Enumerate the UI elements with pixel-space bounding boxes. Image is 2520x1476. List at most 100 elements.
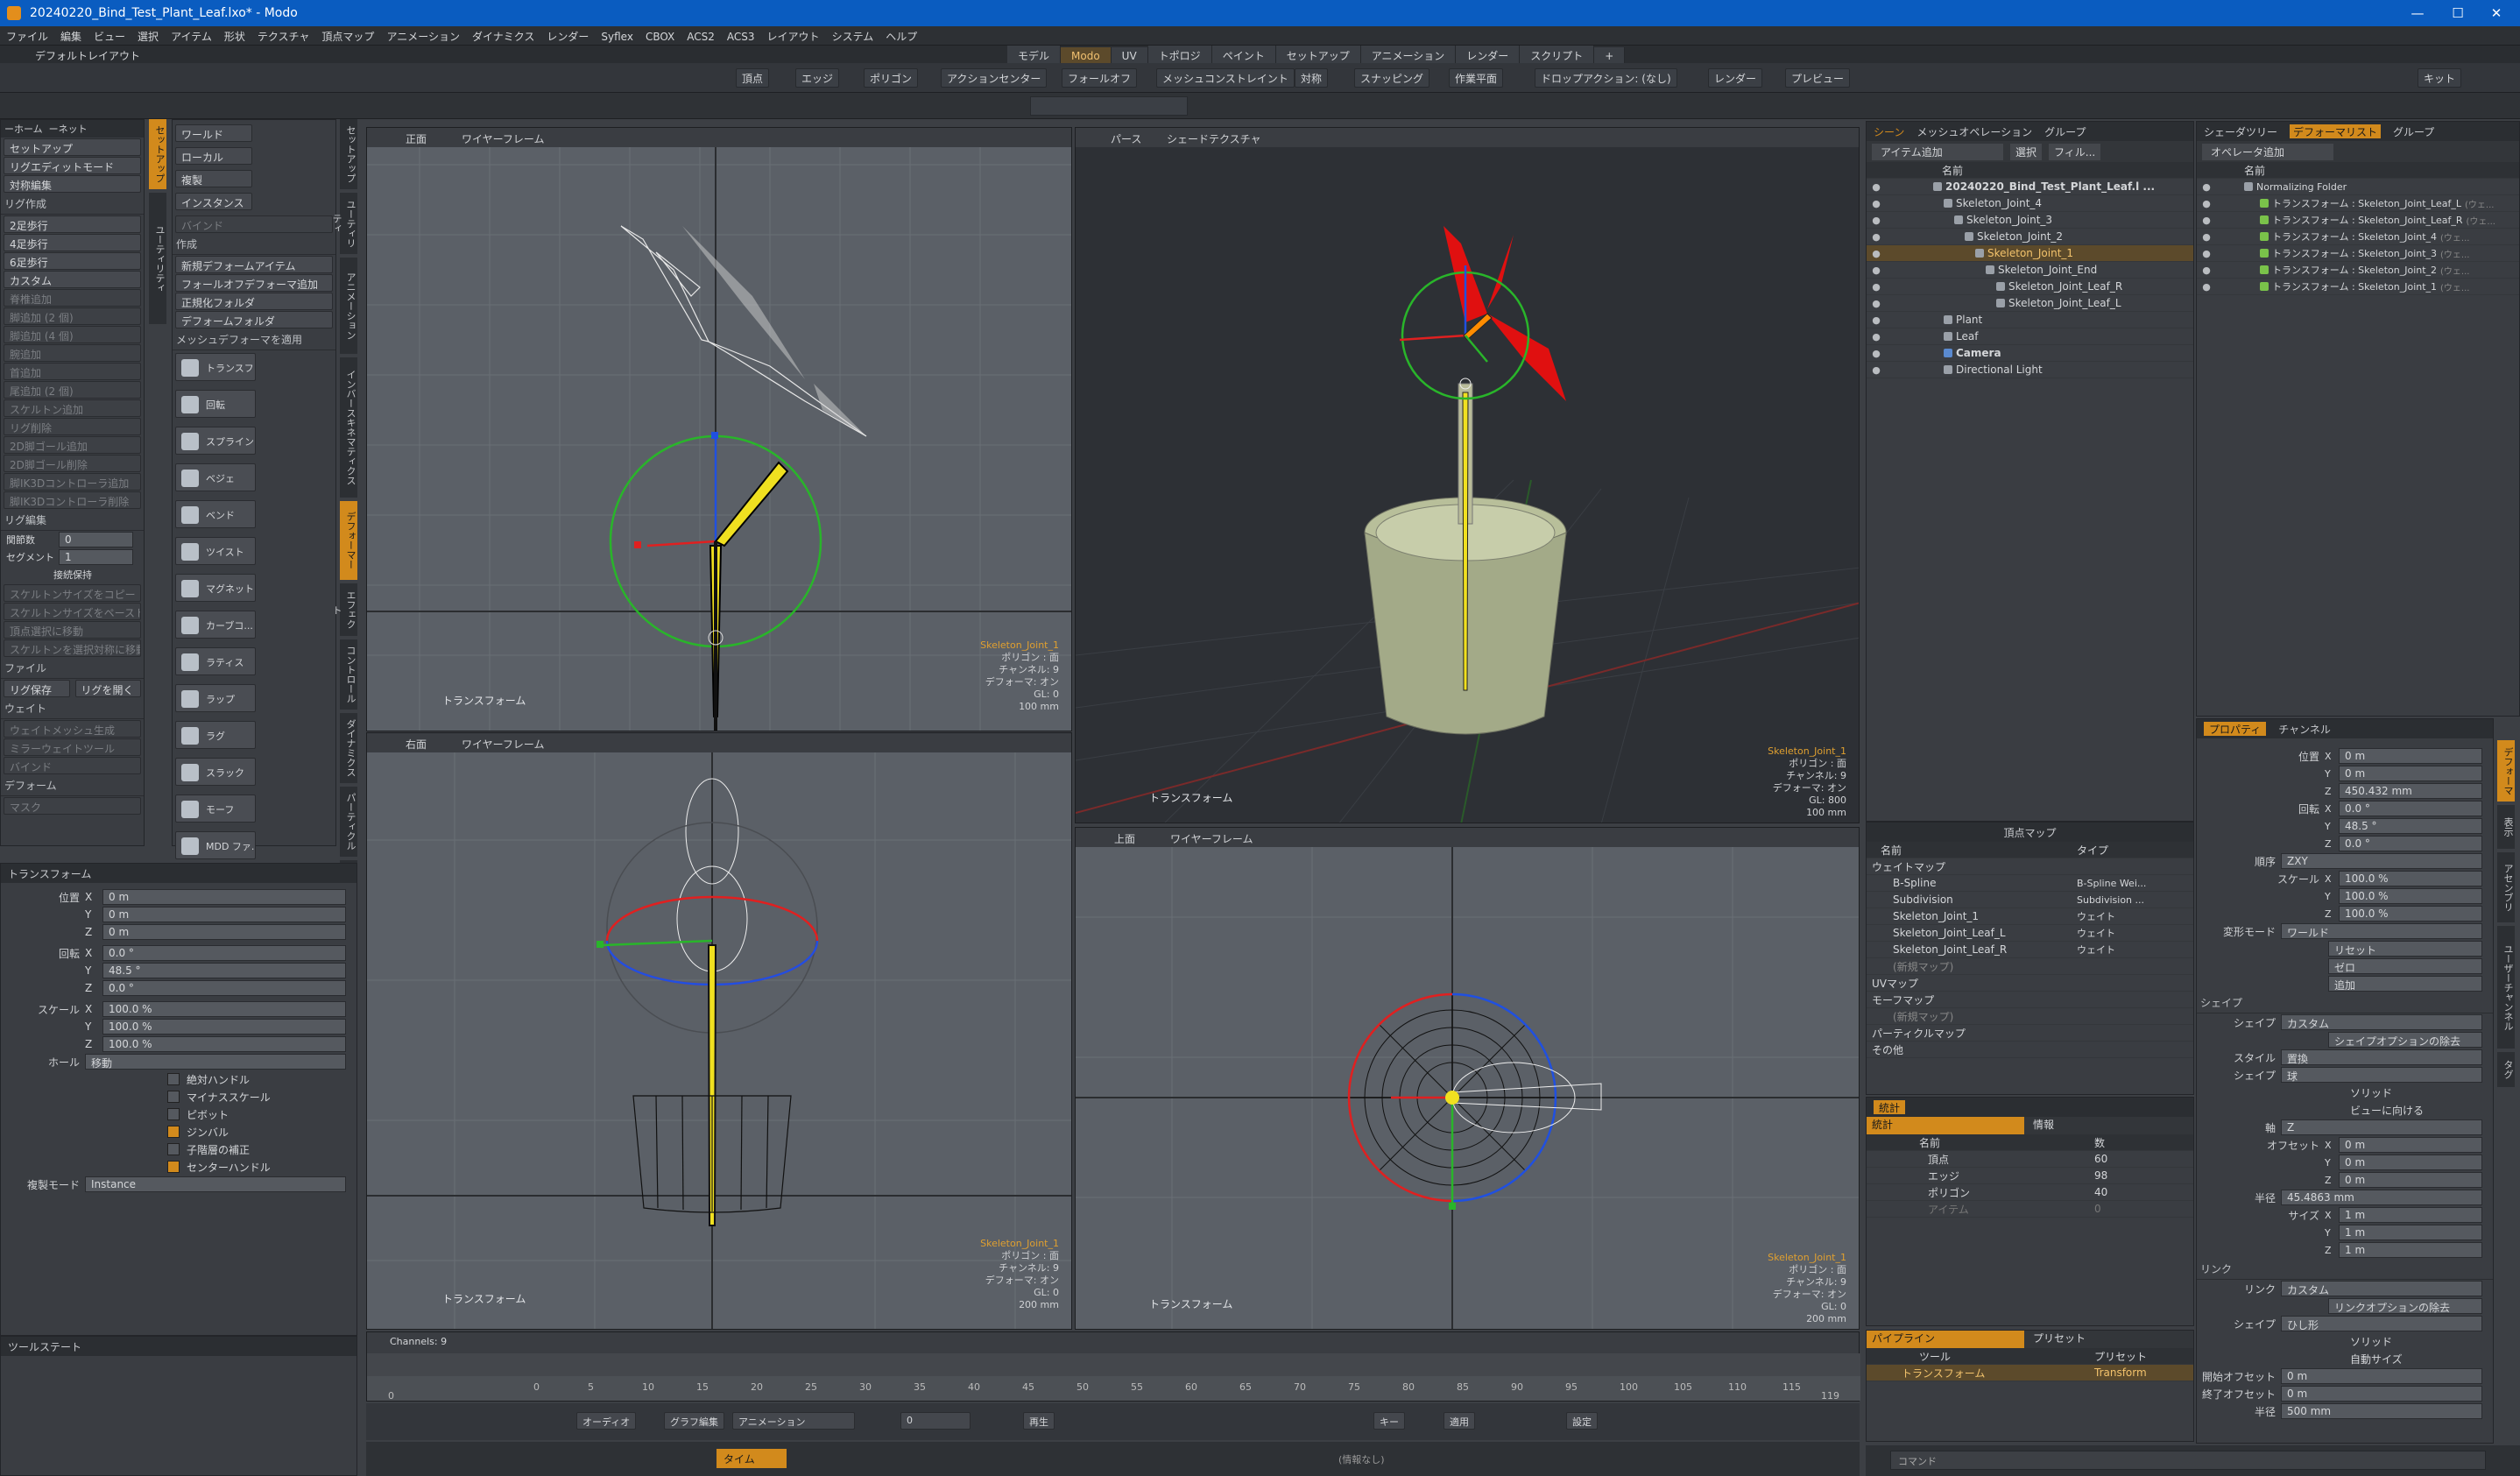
view-name[interactable]: パース bbox=[1111, 131, 1141, 146]
col2-item-1[interactable]: ローカル bbox=[175, 147, 252, 165]
visibility-eye-icon[interactable]: ● bbox=[1867, 231, 1886, 243]
stats-subtab[interactable]: 統計 bbox=[1867, 1117, 2024, 1134]
menu-14[interactable]: ACS3 bbox=[721, 28, 761, 46]
vmap-item[interactable]: Subdivision Subdivision ... bbox=[1867, 892, 2193, 908]
vmap-item[interactable]: Skeleton_Joint_Leaf_R ウェイト bbox=[1867, 942, 2193, 958]
prop-rotation-y[interactable]: 48.5 ° bbox=[2339, 818, 2482, 834]
checkbox[interactable] bbox=[167, 1108, 180, 1120]
instance-mode-dropdown[interactable]: Instance bbox=[85, 1176, 346, 1192]
shading-mode[interactable]: ワイヤーフレーム bbox=[462, 131, 545, 146]
axis-dropdown[interactable]: Z bbox=[2281, 1119, 2482, 1135]
handle-mode-dropdown[interactable]: 移動 bbox=[85, 1054, 346, 1070]
skel-item-2[interactable]: 頂点選択に移動 bbox=[4, 621, 141, 639]
start-offset-field[interactable]: 0 m bbox=[2281, 1368, 2482, 1384]
key-button[interactable]: キー bbox=[1373, 1412, 1405, 1430]
layout-preset[interactable]: デフォルトレイアウト bbox=[35, 48, 140, 63]
timeline[interactable]: Channels: 9 0 5 10 15 20 25 30 35 40 45 50 55 60 65 70… bbox=[366, 1331, 1860, 1402]
toolbar-item-8[interactable]: 作業平面 bbox=[1449, 68, 1504, 88]
deformer-tool-21[interactable]: ラグ bbox=[175, 721, 256, 749]
toolbar-item-7[interactable]: スナッピング bbox=[1354, 68, 1430, 88]
offset-y[interactable]: 0 m bbox=[2339, 1155, 2482, 1170]
setup-item-2[interactable]: 対称編集 bbox=[4, 175, 141, 193]
deformer-item[interactable]: ● トランスフォーム : Skeleton_Joint_1 (ウェ... bbox=[2197, 279, 2519, 295]
settings-button[interactable]: 設定 bbox=[1566, 1412, 1598, 1430]
rig-dim-item-5[interactable]: 尾追加 (2 個) bbox=[4, 381, 141, 399]
col2-item-7[interactable]: フォールオフデフォーマ追加 bbox=[175, 274, 333, 292]
col2-item-8[interactable]: 正規化フォルダ bbox=[175, 293, 333, 310]
stats-row[interactable]: アイテム 0 bbox=[1867, 1201, 2193, 1218]
vmap-item[interactable]: B-Spline B-Spline Wei... bbox=[1867, 875, 2193, 892]
menu-3[interactable]: 選択 bbox=[131, 26, 165, 46]
tab-groups2[interactable]: グループ bbox=[2393, 124, 2434, 138]
weight-item-0[interactable]: ウェイトメッシュ生成 bbox=[4, 720, 141, 738]
col2-item-2[interactable]: 複製 bbox=[175, 170, 252, 187]
menu-9[interactable]: ダイナミクス bbox=[466, 26, 540, 46]
scene-item[interactable]: ● 20240220_Bind_Test_Plant_Leaf.l ... bbox=[1867, 179, 2193, 195]
rig-dim-item-11[interactable]: 脚IK3Dコントローラ削除 bbox=[4, 491, 141, 509]
size-x[interactable]: 1 m bbox=[2339, 1207, 2482, 1223]
shading-mode[interactable]: ワイヤーフレーム bbox=[1170, 831, 1253, 846]
prop-rotation-z[interactable]: 0.0 ° bbox=[2339, 836, 2482, 851]
scale-x-field[interactable]: 100.0 % bbox=[102, 1001, 346, 1017]
prop-btn-2[interactable]: 追加 bbox=[2328, 976, 2482, 992]
scene-item[interactable]: ● Skeleton_Joint_Leaf_L bbox=[1867, 295, 2193, 312]
vtab-utility[interactable]: ユーティリティ bbox=[149, 193, 166, 324]
stats-row[interactable]: ポリゴン 40 bbox=[1867, 1184, 2193, 1201]
auto-size-checkbox[interactable]: 自動サイズ bbox=[2197, 1350, 2493, 1367]
deformer-tool-22[interactable]: スラック bbox=[175, 758, 256, 786]
rig-dim-item-6[interactable]: スケルトン追加 bbox=[4, 399, 141, 417]
menu-0[interactable]: ファイル bbox=[0, 26, 54, 46]
skel-item-3[interactable]: スケルトンを選択対称に移動 bbox=[4, 639, 141, 657]
visibility-eye-icon[interactable]: ● bbox=[2197, 281, 2216, 293]
setup-item-1[interactable]: リグエディットモード bbox=[4, 157, 141, 174]
view-name[interactable]: 右面 bbox=[406, 737, 427, 752]
toolbar-item-3[interactable]: アクションセンター bbox=[941, 68, 1048, 88]
menu-2[interactable]: ビュー bbox=[88, 26, 131, 46]
dopesheet-track[interactable] bbox=[367, 1353, 1860, 1376]
file-item-1[interactable]: リグを開く bbox=[74, 680, 141, 697]
prop-rotation-x[interactable]: 0.0 ° bbox=[2339, 801, 2482, 816]
rig-dim-item-7[interactable]: リグ削除 bbox=[4, 418, 141, 435]
visibility-eye-icon[interactable]: ● bbox=[2197, 248, 2216, 259]
deformer-item[interactable]: ● トランスフォーム : Skeleton_Joint_2 (ウェ... bbox=[2197, 262, 2519, 279]
vmap-item[interactable]: Skeleton_Joint_Leaf_L ウェイト bbox=[1867, 925, 2193, 942]
deformer-tool-18[interactable]: カーブコ... bbox=[175, 611, 256, 639]
scene-item[interactable]: ● Leaf bbox=[1867, 328, 2193, 345]
toolbar-item-6[interactable]: 対称 bbox=[1295, 68, 1329, 88]
scene-item[interactable]: ● Skeleton_Joint_End bbox=[1867, 262, 2193, 279]
prop-btn-1[interactable]: ゼロ bbox=[2328, 958, 2482, 974]
col2-item-0[interactable]: ワールド bbox=[175, 124, 252, 142]
col2-item-3[interactable]: インスタンス bbox=[175, 193, 252, 210]
stats-row[interactable]: エッジ 98 bbox=[1867, 1168, 2193, 1184]
menu-12[interactable]: CBOX bbox=[639, 28, 681, 46]
tab-stats[interactable]: 統計 bbox=[1874, 1100, 1906, 1114]
file-item-0[interactable]: リグ保存 bbox=[4, 680, 70, 697]
viewport-right[interactable]: 右面 ワイヤーフレーム Skeleton_Joint_1 ポリゴン : 面チャン… bbox=[366, 732, 1072, 1330]
tab-preset[interactable]: プリセット bbox=[2024, 1331, 2086, 1348]
tab-deformers[interactable]: デフォーマリスト bbox=[2290, 124, 2382, 138]
tab-home[interactable]: ーホーム bbox=[4, 124, 43, 135]
checkbox[interactable] bbox=[167, 1143, 180, 1155]
graph-editor-button[interactable]: グラフ編集 bbox=[664, 1412, 724, 1430]
tab-meshops[interactable]: メッシュオペレーション bbox=[1916, 124, 2032, 138]
deformer-item[interactable]: ● トランスフォーム : Skeleton_Joint_Leaf_R (ウェ... bbox=[2197, 212, 2519, 229]
menu-10[interactable]: レンダー bbox=[540, 26, 595, 46]
menu-15[interactable]: レイアウト bbox=[761, 26, 826, 46]
visibility-eye-icon[interactable]: ● bbox=[1867, 331, 1886, 343]
layout-tab-1[interactable]: Modo bbox=[1061, 47, 1112, 65]
end-offset-field[interactable]: 0 m bbox=[2281, 1386, 2482, 1402]
audio-button[interactable]: オーディオ bbox=[576, 1412, 637, 1430]
prop-scale-z[interactable]: 100.0 % bbox=[2339, 906, 2482, 922]
prop-position-y[interactable]: 0 m bbox=[2339, 766, 2482, 781]
visibility-eye-icon[interactable]: ● bbox=[1867, 281, 1886, 293]
play-button[interactable]: 再生 bbox=[1023, 1412, 1055, 1430]
checkbox[interactable] bbox=[167, 1126, 180, 1138]
vmap-item[interactable]: ウェイトマップ bbox=[1867, 858, 2193, 875]
rig-item-3[interactable]: カスタム bbox=[4, 271, 141, 288]
tab-net[interactable]: ーネット bbox=[49, 124, 88, 135]
shape-type-dropdown[interactable]: 球 bbox=[2281, 1067, 2482, 1083]
add-operator-button[interactable]: オペレータ追加 bbox=[2202, 143, 2333, 160]
menu-17[interactable]: ヘルプ bbox=[879, 26, 923, 46]
scene-item[interactable]: ● Camera bbox=[1867, 345, 2193, 362]
prop-vtab-3[interactable]: ユーザーチャンネル bbox=[2497, 926, 2515, 1049]
